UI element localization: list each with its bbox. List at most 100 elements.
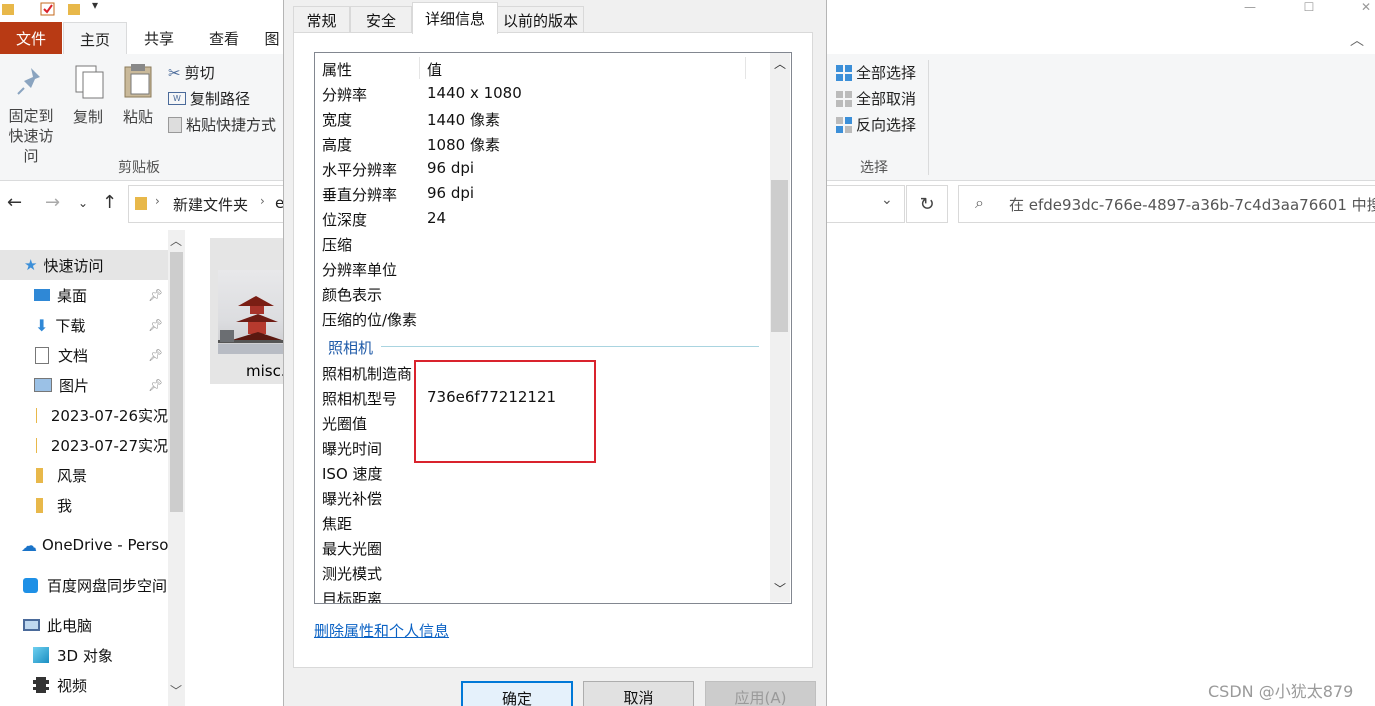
search-box[interactable]: ⌕ 在 efde93dc-766e-4897-a36b-7c4d3aa76601… [958, 185, 1375, 223]
nav-this-pc-label: 此电脑 [47, 616, 93, 635]
nav-item-label: 下载 [55, 316, 86, 335]
nav-videos[interactable]: 视频 [0, 670, 168, 700]
paste-shortcut-button[interactable]: 粘贴快捷方式 [168, 114, 276, 135]
property-value[interactable]: 96 dpi [427, 184, 474, 202]
nav-quick-access[interactable]: ★ 快速访问 [0, 250, 168, 280]
minimize-icon[interactable]: — [1236, 0, 1264, 14]
select-all-button[interactable]: 全部选择 [836, 62, 916, 83]
copy-path-label: 复制路径 [190, 90, 251, 108]
cut-button[interactable]: ✂ 剪切 [168, 62, 215, 83]
folder-icon [36, 437, 37, 453]
nav-item-label: 2023-07-27实况 [50, 436, 168, 455]
nav-baidu[interactable]: 百度网盘同步空间 [0, 570, 168, 600]
nav-3d-label: 3D 对象 [57, 646, 113, 665]
select-none-label: 全部取消 [856, 90, 917, 108]
section-heading-camera: 照相机 [328, 339, 374, 357]
breadcrumb-separator: › [260, 194, 265, 208]
remove-properties-link[interactable]: 删除属性和个人信息 [314, 620, 449, 641]
file-tile[interactable]: misc.jpg [210, 238, 309, 384]
tab-security[interactable]: 安全 [350, 6, 412, 33]
nav-item-documents[interactable]: 文档 📌︎ [0, 340, 168, 370]
folder-icon[interactable] [2, 2, 18, 16]
nav-3d-objects[interactable]: 3D 对象 [0, 640, 168, 670]
column-header-property[interactable]: 属性 [322, 59, 352, 84]
property-value[interactable]: 1440 像素 [427, 109, 500, 130]
scroll-down-icon[interactable]: ﹀ [170, 682, 182, 699]
nav-this-pc[interactable]: 此电脑 [0, 610, 168, 640]
pin-icon: 📌︎ [148, 288, 164, 302]
recent-locations-icon[interactable]: ⌄ [78, 196, 88, 210]
nav-onedrive-label: OneDrive - Personal [42, 536, 168, 554]
nav-item-label: 文档 [58, 346, 89, 365]
up-arrow-icon[interactable]: ↑ [102, 192, 117, 213]
invert-selection-button[interactable]: 反向选择 [836, 114, 916, 135]
nav-item-folder[interactable]: 2023-07-27实况 [0, 430, 168, 460]
tab-previous-versions[interactable]: 以前的版本 [497, 6, 584, 33]
section-divider [381, 346, 759, 347]
apply-button[interactable]: 应用(A) [705, 681, 816, 706]
nav-item-downloads[interactable]: ⬇ 下载 📌︎ [0, 310, 168, 340]
scroll-up-icon[interactable]: ︿ [774, 55, 786, 72]
folder-icon [135, 195, 147, 215]
maximize-icon[interactable]: ☐ [1295, 0, 1323, 14]
desktop-icon [34, 289, 50, 301]
scroll-up-icon[interactable]: ︿ [170, 232, 182, 249]
quick-access-toolbar: ▾ [0, 0, 290, 22]
property-value[interactable]: 1440 x 1080 [427, 84, 522, 102]
close-icon[interactable]: ✕ [1352, 0, 1375, 14]
nav-item-desktop[interactable]: 桌面 📌︎ [0, 280, 168, 310]
property-name: 照相机型号 [322, 390, 398, 408]
property-name: 宽度 [322, 111, 353, 129]
select-all-label: 全部选择 [856, 64, 917, 82]
tab-general[interactable]: 常规 [293, 6, 350, 33]
property-value[interactable]: 1080 像素 [427, 134, 500, 155]
back-arrow-icon[interactable]: ← [7, 192, 22, 213]
collapse-ribbon-icon[interactable]: ︿ [1350, 30, 1364, 50]
tab-file[interactable]: 文件 [0, 22, 62, 54]
navigation-pane: ★ 快速访问 桌面 📌︎ ⬇ 下载 📌︎ 文档 📌︎ 图片 📌︎ 2023-07… [0, 230, 185, 706]
tab-manage[interactable]: 图 [262, 22, 282, 54]
property-list[interactable]: 属性 值 分辨率 1440 x 1080 宽度 1440 像素 高度 1080 … [314, 52, 792, 604]
tab-home[interactable]: 主页 [63, 22, 127, 55]
property-name: 颜色表示 [322, 286, 383, 304]
nav-item-folder[interactable]: 风景 [0, 460, 168, 490]
tab-view[interactable]: 查看 [195, 22, 253, 54]
scrollbar-thumb[interactable] [771, 180, 788, 332]
property-name: 位深度 [322, 211, 368, 229]
select-none-button[interactable]: 全部取消 [836, 88, 916, 109]
column-header-value[interactable]: 值 [427, 59, 442, 80]
nav-quick-access-label: 快速访问 [43, 256, 104, 275]
breadcrumb-folder[interactable]: 新建文件夹 [173, 194, 248, 215]
nav-item-folder[interactable]: 我 [0, 490, 168, 520]
tab-details[interactable]: 详细信息 [412, 2, 498, 34]
cut-label: 剪切 [184, 64, 215, 82]
picture-icon [34, 378, 52, 392]
pin-quick-access-button[interactable]: 固定到 快速访问 [3, 106, 59, 166]
copy-button[interactable]: 复制 [66, 106, 110, 127]
customize-qat-icon[interactable]: ▾ [92, 0, 98, 12]
baidu-sync-icon [23, 577, 38, 593]
ok-button[interactable]: 确定 [461, 681, 573, 706]
search-icon: ⌕ [975, 193, 984, 212]
address-dropdown-icon[interactable]: ⌄ [881, 192, 893, 208]
scroll-down-icon[interactable]: ﹀ [774, 580, 786, 597]
property-value[interactable]: 96 dpi [427, 159, 474, 177]
copy-path-button[interactable]: W 复制路径 [168, 88, 250, 109]
new-folder-icon[interactable] [68, 2, 84, 16]
navigation-scrollbar[interactable]: ︿ ﹀ [168, 230, 185, 706]
refresh-icon[interactable]: ↻ [906, 185, 948, 223]
property-value[interactable]: 24 [427, 209, 446, 227]
paste-icon [122, 62, 156, 104]
tab-share[interactable]: 共享 [130, 22, 188, 54]
scrollbar-thumb[interactable] [170, 252, 183, 512]
forward-arrow-icon[interactable]: → [45, 192, 60, 213]
nav-item-folder[interactable]: 2023-07-26实况 [0, 400, 168, 430]
nav-item-pictures[interactable]: 图片 📌︎ [0, 370, 168, 400]
cancel-button[interactable]: 取消 [583, 681, 694, 706]
properties-check-icon[interactable] [40, 2, 56, 16]
nav-onedrive[interactable]: ☁ OneDrive - Personal [0, 530, 168, 560]
star-icon: ★ [24, 256, 38, 274]
highlight-box [414, 360, 596, 463]
column-divider[interactable] [419, 57, 420, 79]
paste-button[interactable]: 粘贴 [116, 106, 160, 127]
